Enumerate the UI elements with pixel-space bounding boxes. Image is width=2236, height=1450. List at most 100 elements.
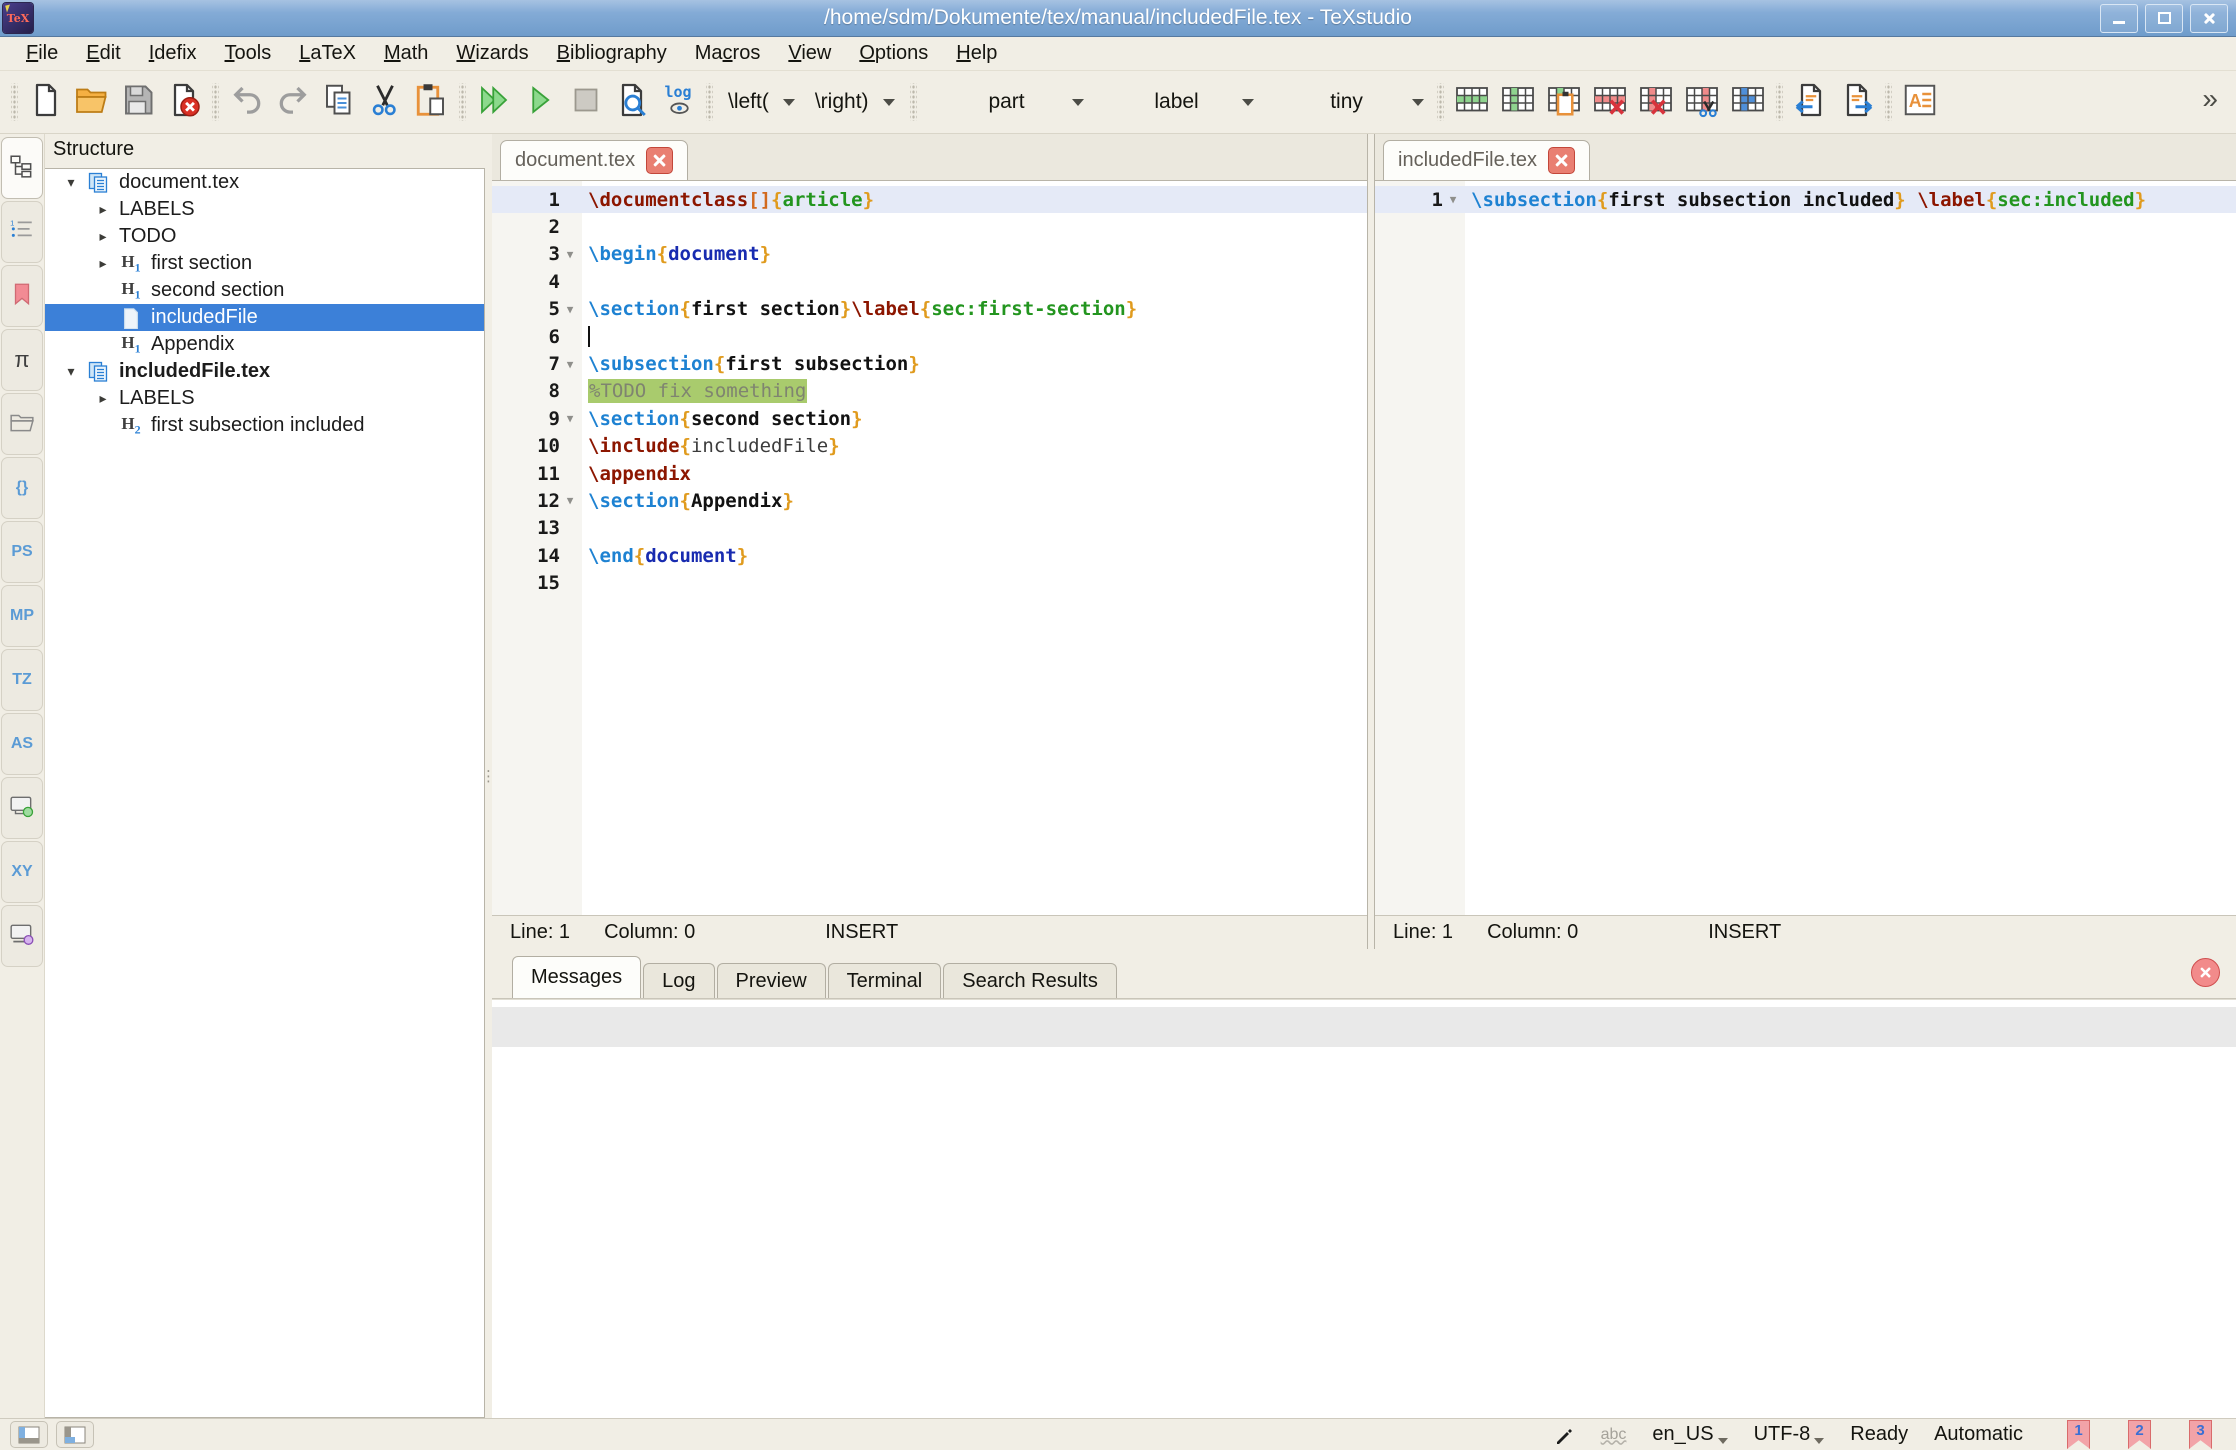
minimize-button[interactable] [2100, 4, 2138, 33]
stop-button[interactable] [563, 77, 609, 127]
panel-tab-metapost[interactable]: MP [1, 585, 43, 647]
compile-button[interactable] [517, 77, 563, 127]
redo-button[interactable] [270, 77, 316, 127]
expander-icon[interactable]: ▸ [91, 201, 115, 218]
table-remove-col-button[interactable] [1633, 77, 1679, 127]
bookmark-flag-2[interactable]: 2 [2128, 1420, 2151, 1449]
quick-preview-button[interactable] [609, 77, 655, 127]
code-editor[interactable]: 123▼45▼67▼89▼101112▼131415 \documentclas… [492, 181, 1367, 915]
expander-icon[interactable]: ▸ [91, 390, 115, 407]
fold-arrow-icon[interactable]: ▼ [1443, 193, 1463, 206]
panel-tab-snippets[interactable]: {} [1, 457, 43, 519]
tab-includedfile-tex[interactable]: includedFile.tex [1383, 140, 1590, 180]
code-editor[interactable]: 1▼ \subsection{first subsection included… [1375, 181, 2236, 915]
structure-tree[interactable]: ▾document.tex▸LABELS▸TODO▸H1first sectio… [45, 168, 485, 1418]
tree-item-document-tex[interactable]: ▾document.tex [45, 169, 484, 196]
tab-preview[interactable]: Preview [717, 963, 826, 998]
menu-help[interactable]: Help [942, 40, 1011, 67]
tree-item-second-section[interactable]: H1second section [45, 277, 484, 304]
tab-log[interactable]: Log [643, 963, 714, 998]
bookmark-flag-1[interactable]: 1 [2067, 1420, 2090, 1449]
panel-tab-files[interactable] [1, 393, 43, 455]
build-view-button[interactable] [471, 77, 517, 127]
panel-tab-terminal[interactable] [1, 777, 43, 839]
cut-button[interactable] [362, 77, 408, 127]
panel-tab-xy[interactable]: XY [1, 841, 43, 903]
open-file-button[interactable] [69, 77, 115, 127]
toolbar-overflow-chevron[interactable]: » [2202, 83, 2230, 121]
tree-item-todo[interactable]: ▸TODO [45, 223, 484, 250]
doc-next-button[interactable] [1834, 77, 1880, 127]
bookmark-flag-3[interactable]: 3 [2189, 1420, 2212, 1449]
undo-button[interactable] [224, 77, 270, 127]
dropdown-right[interactable]: \right) [805, 84, 905, 120]
expander-icon[interactable]: ▸ [91, 228, 115, 245]
tree-item-includedfile[interactable]: includedFile [45, 304, 484, 331]
table-paste-col-button[interactable] [1541, 77, 1587, 127]
doc-prev-button[interactable] [1788, 77, 1834, 127]
combo-part[interactable]: part [922, 84, 1092, 120]
encoding-selector[interactable]: UTF-8 [1754, 1423, 1825, 1446]
language-selector[interactable]: en_US [1652, 1423, 1727, 1446]
line-endings-indicator[interactable]: Automatic [1934, 1423, 2023, 1446]
tab-search-results[interactable]: Search Results [943, 963, 1117, 998]
table-add-row-button[interactable] [1449, 77, 1495, 127]
menu-latex[interactable]: LaTeX [285, 40, 370, 67]
panel-tab-bookmarks[interactable] [1, 265, 43, 327]
menu-view[interactable]: View [774, 40, 845, 67]
text-format-button[interactable]: A [1897, 77, 1943, 127]
dropdown-left[interactable]: \left( [718, 84, 805, 120]
fold-arrow-icon[interactable]: ▼ [560, 303, 580, 316]
fold-arrow-icon[interactable]: ▼ [560, 358, 580, 371]
copy-button[interactable] [316, 77, 362, 127]
toggle-side-panel-button[interactable] [10, 1421, 48, 1448]
toggle-bottom-panel-button[interactable] [56, 1421, 94, 1448]
combo-tiny[interactable]: tiny [1262, 84, 1432, 120]
panel-splitter[interactable]: ⋮ [485, 134, 492, 1418]
table-add-col-button[interactable] [1495, 77, 1541, 127]
view-log-button[interactable]: log [655, 77, 701, 127]
tree-item-first-section[interactable]: ▸H1first section [45, 250, 484, 277]
tab-terminal[interactable]: Terminal [828, 963, 942, 998]
menu-math[interactable]: Math [370, 40, 442, 67]
menu-edit[interactable]: Edit [72, 40, 134, 67]
expander-icon[interactable]: ▾ [59, 363, 83, 380]
menu-idefix[interactable]: Idefix [135, 40, 211, 67]
fold-arrow-icon[interactable]: ▼ [560, 248, 580, 261]
expander-icon[interactable]: ▸ [91, 255, 115, 272]
panel-tab-tikz[interactable]: TZ [1, 649, 43, 711]
tree-item-labels[interactable]: ▸LABELS [45, 196, 484, 223]
expander-icon[interactable]: ▾ [59, 174, 83, 191]
fold-arrow-icon[interactable]: ▼ [560, 412, 580, 425]
new-file-button[interactable] [23, 77, 69, 127]
table-cut-col-button[interactable] [1679, 77, 1725, 127]
close-file-button[interactable] [161, 77, 207, 127]
save-file-button[interactable] [115, 77, 161, 127]
output-panel-close-button[interactable] [2191, 958, 2220, 987]
menu-file[interactable]: File [12, 40, 72, 67]
menu-tools[interactable]: Tools [211, 40, 286, 67]
tab-close-button[interactable] [646, 147, 673, 174]
menu-macros[interactable]: Macros [681, 40, 775, 67]
tab-document-tex[interactable]: document.tex [500, 140, 688, 180]
tab-close-button[interactable] [1548, 147, 1575, 174]
tree-item-first-subsection-included[interactable]: H2first subsection included [45, 412, 484, 439]
pencil-icon[interactable] [1555, 1425, 1575, 1445]
table-align-button[interactable] [1725, 77, 1771, 127]
tab-messages[interactable]: Messages [512, 956, 641, 998]
panel-tab-asymptote[interactable]: AS [1, 713, 43, 775]
menu-options[interactable]: Options [845, 40, 942, 67]
tree-item-appendix[interactable]: H1Appendix [45, 331, 484, 358]
panel-tab-structure[interactable] [1, 137, 43, 199]
spellcheck-icon[interactable]: abc [1601, 1426, 1627, 1444]
panel-tab-preview[interactable] [1, 905, 43, 967]
tree-item-includedfile-tex[interactable]: ▾includedFile.tex [45, 358, 484, 385]
menu-bibliography[interactable]: Bibliography [543, 40, 681, 67]
maximize-button[interactable] [2145, 4, 2183, 33]
tree-item-labels[interactable]: ▸LABELS [45, 385, 484, 412]
paste-button[interactable] [408, 77, 454, 127]
close-button[interactable] [2190, 4, 2228, 33]
menu-wizards[interactable]: Wizards [442, 40, 542, 67]
panel-tab-symbols[interactable]: π [1, 329, 43, 391]
combo-label[interactable]: label [1092, 84, 1262, 120]
